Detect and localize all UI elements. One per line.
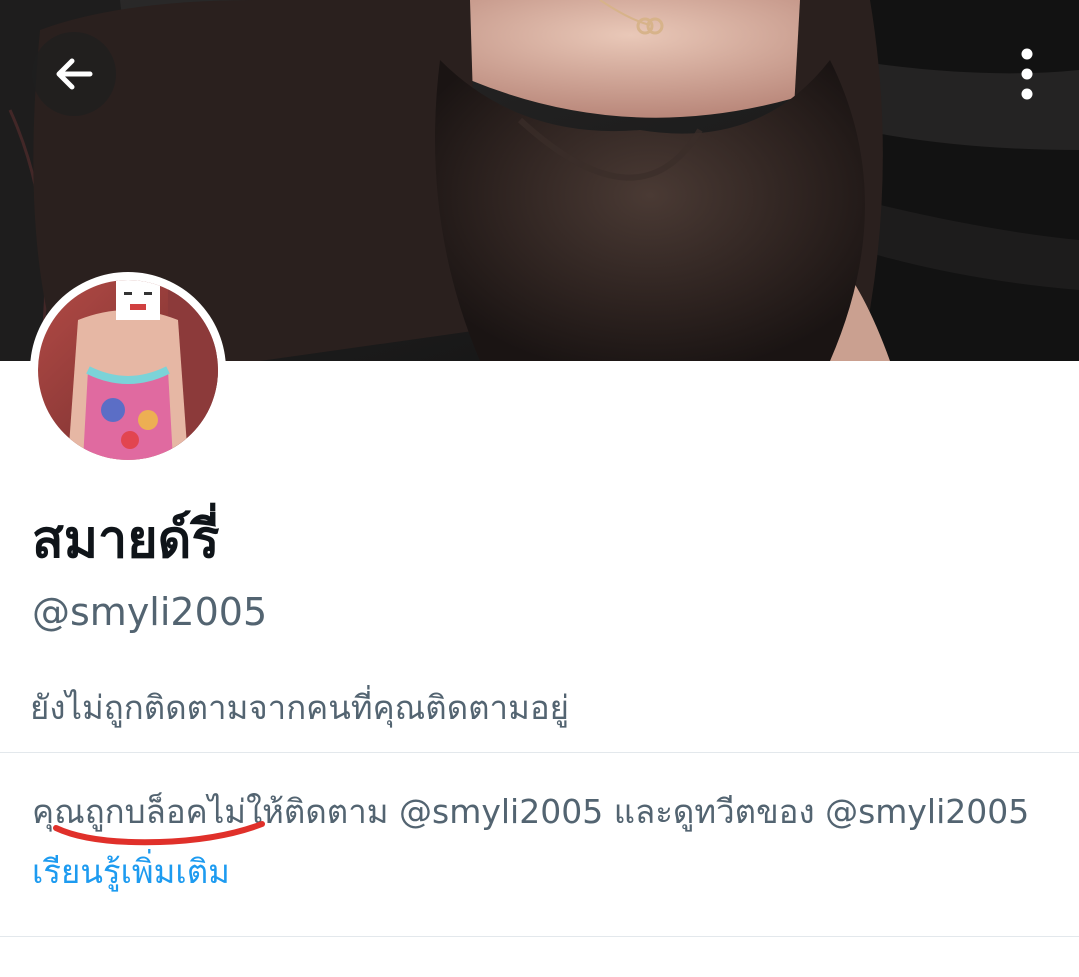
learn-more-link[interactable]: เรียนรู้เพิ่มเติม xyxy=(32,852,230,891)
divider xyxy=(0,936,1079,937)
blocked-notice-handle-2: @smyli2005 xyxy=(825,792,1030,831)
more-vertical-icon xyxy=(1021,48,1033,100)
followers-you-know-note[interactable]: ยังไม่ถูกติดตามจากคนที่คุณติดตามอยู่ xyxy=(30,680,569,736)
blocked-notice: คุณถูกบล็อคไม่ให้ติดตาม @smyli2005 และดู… xyxy=(32,782,1052,902)
username-handle: @smyli2005 xyxy=(32,590,268,634)
divider xyxy=(0,752,1079,753)
arrow-left-icon xyxy=(56,58,93,90)
avatar[interactable] xyxy=(30,272,226,468)
display-name: สมายด์รี่ xyxy=(32,510,220,570)
more-options-button[interactable] xyxy=(999,32,1055,116)
back-button[interactable] xyxy=(32,32,116,116)
avatar-image xyxy=(38,280,218,460)
blocked-notice-middle: และดูทวีตของ xyxy=(613,792,815,831)
blocked-notice-prefix: คุณถูกบล็อคไม่ให้ติดตาม xyxy=(32,792,389,831)
profile-page: สมายด์รี่ @smyli2005 ยังไม่ถูกติดตามจากค… xyxy=(0,0,1079,977)
blocked-notice-handle: @smyli2005 xyxy=(399,792,604,831)
